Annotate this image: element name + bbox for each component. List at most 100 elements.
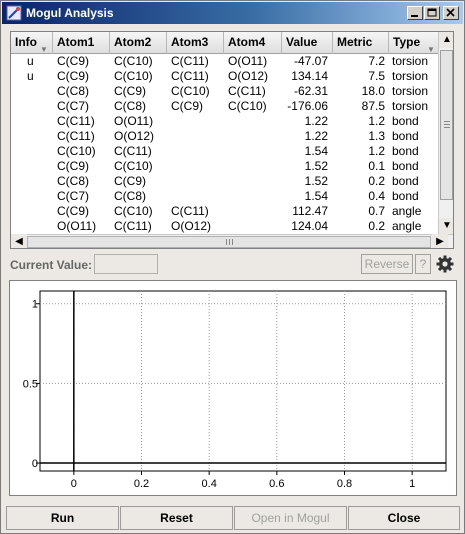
- horizontal-scrollbar[interactable]: ◀ ▶: [11, 234, 453, 248]
- scroll-down-icon[interactable]: ▼: [439, 218, 453, 234]
- table-cell: C(C8): [57, 174, 89, 188]
- scroll-left-icon[interactable]: ◀: [11, 234, 27, 248]
- table-cell: [15, 144, 51, 159]
- column-header-atom1[interactable]: Atom1: [53, 32, 110, 54]
- table-cell: u: [27, 54, 34, 68]
- table-row[interactable]: C(C7) C(C8) C(C9) C(C10) -176.06 87.5 torsion: [11, 99, 438, 114]
- table-cell: angle: [392, 219, 422, 233]
- maximize-icon: [427, 8, 437, 17]
- table-cell: 0.1: [368, 159, 385, 173]
- table-cell: [171, 129, 224, 144]
- table-row[interactable]: C(C9) C(C10) C(C11) 112.47 0.7 angle: [11, 204, 438, 219]
- table-cell: [171, 114, 224, 129]
- table-row[interactable]: C(C10) C(C11) 1.54 1.2 bond: [11, 144, 438, 159]
- table-cell: -47.07: [293, 54, 328, 68]
- table-cell: C(C10): [114, 54, 153, 68]
- run-button[interactable]: Run: [6, 506, 119, 530]
- table-cell: 1.3: [368, 129, 385, 143]
- table-cell: torsion: [392, 69, 429, 83]
- scroll-up-icon[interactable]: ▲: [439, 32, 453, 48]
- table-cell: [171, 159, 224, 174]
- table-cell: C(C11): [171, 69, 209, 83]
- results-table: Info ▼ Atom1 Atom2 Atom3 Atom4 Value Met…: [10, 31, 454, 249]
- table-cell: O(O11): [228, 54, 268, 68]
- vertical-scrollbar[interactable]: ▲ ▼: [438, 32, 453, 234]
- table-cell: bond: [392, 189, 419, 203]
- table-cell: C(C10): [57, 144, 96, 158]
- table-cell: C(C11): [114, 144, 152, 158]
- plot-area: 0 0.2 0.4 0.6 0.8 1 0 0.5 1: [9, 280, 457, 496]
- minimize-button[interactable]: [407, 6, 423, 20]
- table-row[interactable]: C(C11) O(O11) 1.22 1.2 bond: [11, 114, 438, 129]
- table-cell: 18.0: [361, 84, 385, 98]
- minimize-icon: [411, 15, 418, 17]
- table-cell: torsion: [392, 84, 429, 98]
- table-row[interactable]: C(C8) C(C9) 1.52 0.2 bond: [11, 174, 438, 189]
- y-tick-label: 0.5: [23, 378, 38, 390]
- table-cell: bond: [392, 129, 419, 143]
- table-cell: O(O11): [114, 114, 154, 128]
- x-tick-label: 0: [71, 478, 77, 490]
- x-tick-label: 1: [409, 478, 415, 490]
- column-header-atom4[interactable]: Atom4: [224, 32, 282, 54]
- table-cell: 1.22: [304, 129, 328, 143]
- open-in-mogul-button[interactable]: Open in Mogul: [234, 506, 347, 530]
- mogul-analysis-window: Mogul Analysis Info ▼ Atom1 Atom2 Atom3 …: [0, 0, 465, 534]
- current-value-label: Current Value:: [10, 258, 93, 272]
- reset-button[interactable]: Reset: [120, 506, 233, 530]
- column-header-atom3[interactable]: Atom3: [167, 32, 224, 54]
- table-cell: bond: [392, 144, 419, 158]
- table-cell: C(C9): [57, 204, 89, 218]
- table-cell: [15, 189, 51, 204]
- table-cell: C(C9): [114, 174, 146, 188]
- table-cell: [228, 159, 282, 174]
- title-bar[interactable]: Mogul Analysis: [2, 2, 463, 24]
- column-header-atom2[interactable]: Atom2: [110, 32, 167, 54]
- table-row[interactable]: O(O11) C(C11) O(O12) 124.04 0.2 angle: [11, 219, 438, 234]
- table-cell: C(C11): [171, 54, 209, 68]
- table-row[interactable]: u C(C9) C(C10) C(C11) O(O12) 134.14 7.5 torsion: [11, 69, 438, 84]
- horizontal-scroll-thumb[interactable]: [27, 236, 431, 248]
- table-cell: C(C10): [114, 69, 153, 83]
- x-tick-label: 0.6: [269, 478, 284, 490]
- table-cell: C(C7): [57, 99, 89, 113]
- vertical-scroll-thumb[interactable]: [440, 50, 453, 200]
- table-cell: C(C8): [114, 189, 146, 203]
- table-cell: [228, 174, 282, 189]
- table-cell: 7.5: [368, 69, 385, 83]
- plot-frame: [39, 290, 447, 472]
- reverse-button[interactable]: Reverse: [361, 254, 413, 274]
- scroll-right-icon[interactable]: ▶: [432, 234, 448, 248]
- table-cell: 1.22: [304, 114, 328, 128]
- gear-icon[interactable]: [435, 254, 455, 274]
- table-cell: C(C8): [57, 84, 89, 98]
- x-tick-label: 0.2: [134, 478, 149, 490]
- help-button[interactable]: ?: [415, 254, 431, 274]
- close-window-button[interactable]: [443, 6, 459, 20]
- column-header-metric[interactable]: Metric: [333, 32, 389, 54]
- table-cell: [171, 144, 224, 159]
- table-cell: u: [27, 69, 34, 83]
- table-cell: [15, 99, 51, 114]
- maximize-button[interactable]: [424, 6, 440, 20]
- table-cell: 0.2: [368, 174, 385, 188]
- table-row[interactable]: C(C11) O(O12) 1.22 1.3 bond: [11, 129, 438, 144]
- column-header-type[interactable]: Type ▼: [389, 32, 438, 54]
- table-cell: 112.47: [292, 204, 328, 218]
- table-cell: 1.54: [304, 144, 328, 158]
- table-cell: C(C9): [171, 99, 203, 113]
- column-header-value[interactable]: Value: [282, 32, 333, 54]
- table-row[interactable]: C(C7) C(C8) 1.54 0.4 bond: [11, 189, 438, 204]
- close-button[interactable]: Close: [348, 506, 460, 530]
- table-row[interactable]: C(C9) C(C10) 1.52 0.1 bond: [11, 159, 438, 174]
- table-cell: [15, 174, 51, 189]
- table-cell: C(C10): [114, 204, 153, 218]
- table-cell: C(C10): [228, 99, 267, 113]
- table-cell: C(C10): [114, 159, 153, 173]
- table-cell: torsion: [392, 54, 429, 68]
- column-header-info[interactable]: Info ▼: [11, 32, 53, 54]
- table-cell: 1.52: [304, 159, 328, 173]
- table-cell: angle: [392, 204, 422, 218]
- table-row[interactable]: u C(C9) C(C10) C(C11) O(O11) -47.07 7.2 torsion: [11, 54, 438, 69]
- table-row[interactable]: C(C8) C(C9) C(C10) C(C11) -62.31 18.0 torsion: [11, 84, 438, 99]
